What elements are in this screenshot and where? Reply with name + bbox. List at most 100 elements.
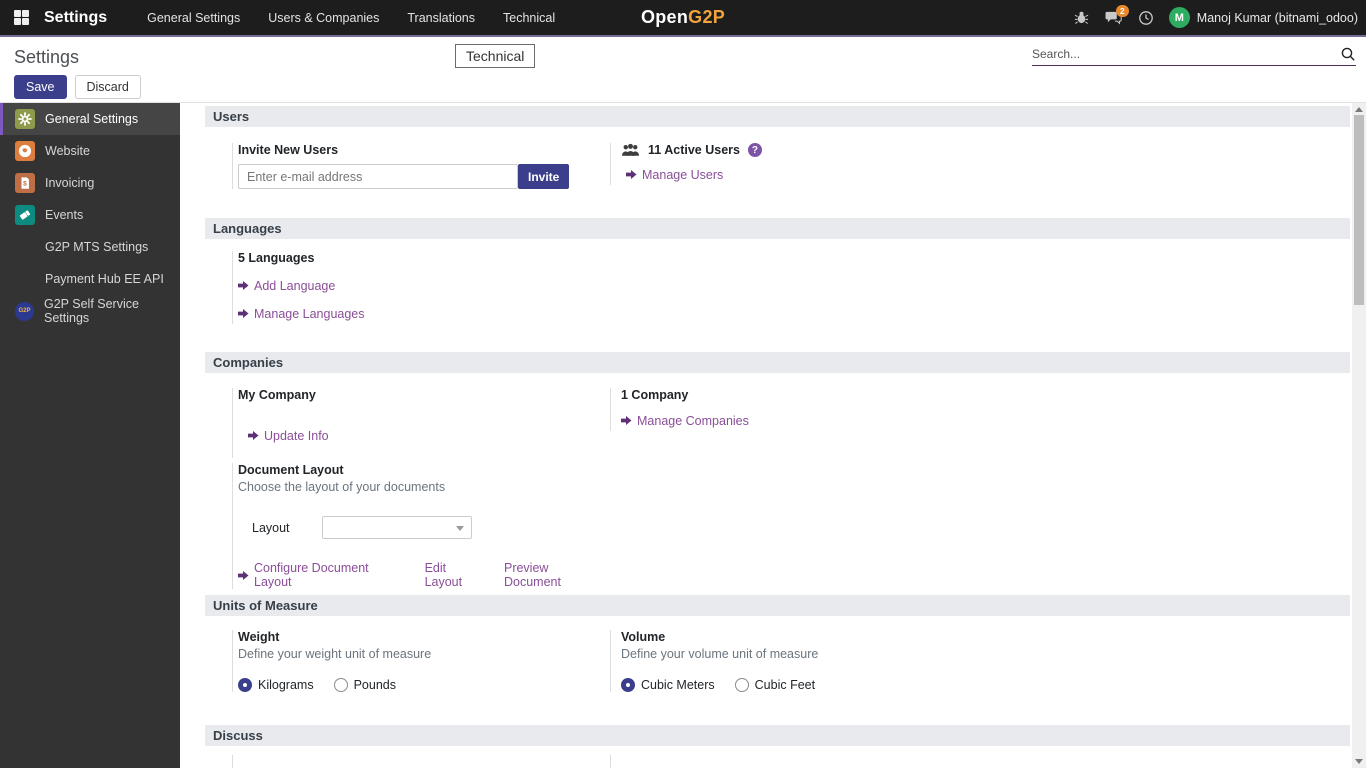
user-menu[interactable]: M Manoj Kumar (bitnami_odoo) xyxy=(1168,7,1358,28)
section-header-discuss: Discuss xyxy=(205,725,1350,746)
right-arrow-icon xyxy=(238,570,249,580)
openg2p-logo: OpenG2P xyxy=(641,7,725,28)
user-name: Manoj Kumar (bitnami_odoo) xyxy=(1196,10,1358,25)
configure-document-layout-link[interactable]: Configure Document Layout xyxy=(238,561,407,589)
volume-title: Volume xyxy=(621,630,666,644)
manage-companies-link[interactable]: Manage Companies xyxy=(621,414,749,428)
nav-item-technical[interactable]: Technical xyxy=(489,0,569,35)
scrollbar-thumb[interactable] xyxy=(1354,115,1364,305)
add-language-link[interactable]: Add Language xyxy=(238,279,335,293)
divider xyxy=(232,755,233,768)
nav-item-general-settings[interactable]: General Settings xyxy=(133,0,254,35)
sidebar-item-g2p-self-service-settings[interactable]: G2P G2P Self Service Settings xyxy=(0,295,180,327)
activities-clock-icon[interactable] xyxy=(1133,5,1159,31)
right-arrow-icon xyxy=(238,281,249,290)
logo-g2p-text: G2P xyxy=(688,7,726,27)
control-panel: Settings Save Discard xyxy=(0,39,1366,103)
company-count: 1 Company xyxy=(621,388,689,402)
discard-button[interactable]: Discard xyxy=(74,75,141,99)
sidebar-item-label: Invoicing xyxy=(45,176,95,190)
active-users-count: 11 Active Users xyxy=(648,143,740,157)
volume-uom-box: Volume Define your volume unit of measur… xyxy=(610,630,940,692)
weight-title: Weight xyxy=(238,630,280,644)
languages-count: 5 Languages xyxy=(238,251,315,265)
radio-pounds[interactable]: Pounds xyxy=(333,678,396,692)
edit-layout-link[interactable]: Edit Layout xyxy=(425,561,486,589)
sidebar-item-label: Payment Hub EE API xyxy=(45,272,164,286)
sidebar-item-events[interactable]: Events xyxy=(0,199,180,231)
section-header-users: Users xyxy=(205,106,1350,127)
my-company-label: My Company xyxy=(238,388,316,402)
invite-new-users-label: Invite New Users xyxy=(238,143,339,157)
radio-cubic-meters[interactable]: Cubic Meters xyxy=(621,678,715,692)
sidebar-item-label: General Settings xyxy=(45,112,139,126)
weight-desc: Define your weight unit of measure xyxy=(238,647,432,661)
control-panel-buttons: Save Discard xyxy=(14,75,141,99)
sidebar-item-invoicing[interactable]: $ Invoicing xyxy=(0,167,180,199)
scroll-up-arrow[interactable] xyxy=(1355,107,1363,112)
radio-cubic-feet[interactable]: Cubic Feet xyxy=(734,678,815,692)
manage-users-link[interactable]: Manage Users xyxy=(626,168,723,182)
technical-tooltip: Technical xyxy=(455,44,536,68)
document-layout-label: Document Layout xyxy=(238,463,344,477)
sidebar-item-g2p-mts-settings[interactable]: G2P MTS Settings xyxy=(0,231,180,263)
search-icon[interactable] xyxy=(1340,46,1356,62)
nav-menu: General Settings Users & Companies Trans… xyxy=(133,0,569,35)
radio-checked-icon xyxy=(238,678,252,692)
help-icon[interactable]: ? xyxy=(747,143,762,157)
invite-button[interactable]: Invite xyxy=(518,164,570,189)
section-header-companies: Companies xyxy=(205,352,1350,373)
nav-item-users-companies[interactable]: Users & Companies xyxy=(254,0,393,35)
logo-open-text: Open xyxy=(640,7,689,27)
radio-kilograms[interactable]: Kilograms xyxy=(238,678,314,692)
sidebar-item-label: Events xyxy=(45,208,84,222)
sidebar-item-label: Website xyxy=(45,144,90,158)
search-input[interactable] xyxy=(1032,47,1340,61)
gear-icon xyxy=(15,109,35,129)
right-arrow-icon xyxy=(626,170,637,179)
messages-icon[interactable]: 2 xyxy=(1101,4,1129,31)
divider xyxy=(610,755,611,768)
layout-select[interactable] xyxy=(322,516,472,539)
sidebar-item-payment-hub-ee-api[interactable]: Payment Hub EE API xyxy=(0,263,180,295)
preview-document-link[interactable]: Preview Document xyxy=(504,561,607,589)
users-group-icon xyxy=(621,143,640,156)
save-button[interactable]: Save xyxy=(14,75,67,99)
layout-field-label: Layout xyxy=(252,520,290,535)
apps-menu-icon[interactable] xyxy=(14,10,29,25)
navbar-right-icons: 2 M Manoj Kumar (bitnami_odoo) xyxy=(1069,4,1358,31)
scroll-down-arrow[interactable] xyxy=(1355,759,1363,764)
app-name[interactable]: Settings xyxy=(44,9,107,27)
chevron-down-icon xyxy=(456,526,464,531)
my-company-box: My Company Update Info xyxy=(232,388,607,458)
active-users-box: 11 Active Users ? Manage Users xyxy=(610,143,910,185)
g2p-logo-icon: G2P xyxy=(15,301,34,321)
ticket-icon xyxy=(15,205,35,225)
right-arrow-icon xyxy=(248,431,259,440)
debug-bug-icon[interactable] xyxy=(1069,5,1095,31)
invoice-icon: $ xyxy=(15,173,35,193)
manage-languages-link[interactable]: Manage Languages xyxy=(238,307,365,321)
radio-unchecked-icon xyxy=(734,678,749,692)
sidebar-item-website[interactable]: Website xyxy=(0,135,180,167)
sidebar-item-general-settings[interactable]: General Settings xyxy=(0,103,180,135)
sidebar-item-label: G2P Self Service Settings xyxy=(44,297,139,325)
right-arrow-icon xyxy=(238,309,249,318)
user-avatar: M xyxy=(1168,7,1190,28)
top-navbar: Settings General Settings Users & Compan… xyxy=(0,0,1366,37)
radio-unchecked-icon xyxy=(333,678,348,692)
svg-text:$: $ xyxy=(23,181,27,188)
vertical-scrollbar[interactable] xyxy=(1352,103,1366,768)
messages-count-badge: 2 xyxy=(1115,4,1129,17)
section-header-languages: Languages xyxy=(205,218,1350,239)
settings-sidebar: General Settings Website $ Invoicing Eve… xyxy=(0,103,180,768)
update-info-link[interactable]: Update Info xyxy=(248,429,329,443)
search-box xyxy=(1032,43,1356,66)
globe-icon xyxy=(15,141,35,161)
nav-item-translations[interactable]: Translations xyxy=(393,0,489,35)
radio-checked-icon xyxy=(621,678,635,692)
page-title: Settings xyxy=(14,47,80,67)
right-arrow-icon xyxy=(621,416,632,425)
settings-content: Users Invite New Users Invite 11 Active … xyxy=(180,103,1352,768)
invite-email-input[interactable] xyxy=(238,164,518,189)
